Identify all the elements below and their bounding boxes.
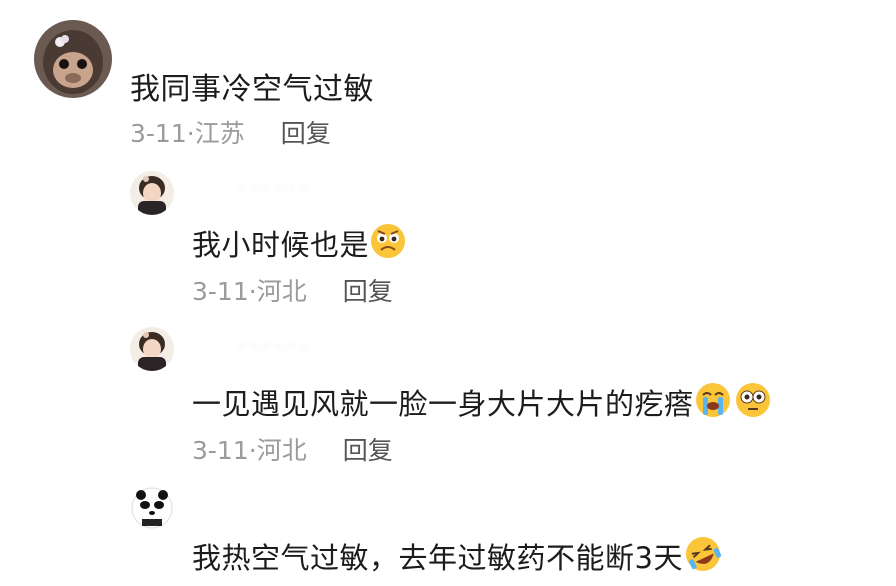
reply-button[interactable]: 回复 [343,436,393,465]
comment-text: 我同事冷空气过敏 [130,72,374,107]
username[interactable]: · · · · · · [238,176,308,200]
girl-avatar-icon [130,171,174,215]
comment-location: 河北 [256,436,307,465]
username[interactable]: · · · · · · [238,334,308,358]
comment-text-suffix: 3天 [634,541,683,575]
avatar[interactable] [130,171,174,215]
panda-meme-avatar-icon [130,486,174,530]
avatar[interactable] [130,486,174,530]
loudly-crying-face-emoji-icon [694,381,732,426]
comment-text: 一见遇见风就一脸一身大片大片的疙瘩 [192,381,772,429]
comment-text: 我热空气过敏，去年过敏药不能断3天 [192,535,723,584]
worried-face-emoji-icon [369,222,407,267]
avatar[interactable] [130,327,174,371]
monkey-avatar-icon [34,20,112,98]
girl-avatar-icon [130,327,174,371]
comment-date: 3-11· [130,119,195,148]
comment-date: 3-11· [192,277,257,306]
flushed-face-emoji-icon [734,381,772,426]
reply-button[interactable]: 回复 [343,277,393,306]
comment-date: 3-11· [192,436,257,465]
comment-location: 江苏 [194,119,245,148]
avatar[interactable] [34,20,112,98]
comment-meta: 3-11·河北 回复 [192,431,393,467]
comment-text-body: 我小时候也是 [192,228,370,262]
comment-meta: 3-11·河北 回复 [192,272,393,308]
rolling-laughing-face-emoji-icon [683,534,723,581]
comment-location: 河北 [256,277,307,306]
comment-text: 我小时候也是 [192,222,407,270]
comment-text-body: 一见遇见风就一脸一身大片大片的疙瘩 [192,387,694,421]
comment-text-body: 我热空气过敏，去年过敏药不能断 [192,541,635,575]
reply-button[interactable]: 回复 [281,119,331,148]
comment-meta: 3-11·江苏 回复 [130,114,331,150]
